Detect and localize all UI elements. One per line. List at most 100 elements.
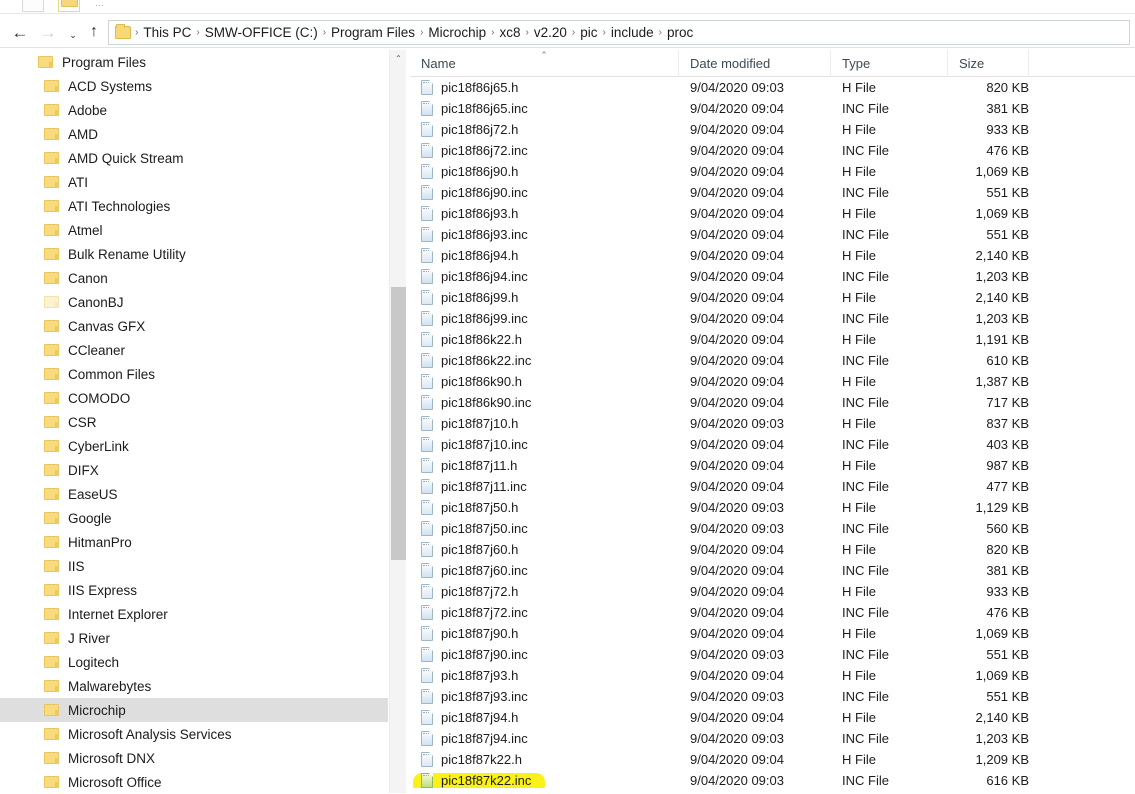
scroll-up-icon[interactable]: ⌃: [390, 50, 407, 67]
chevron-down-icon[interactable]: ⌄: [62, 24, 84, 46]
table-row[interactable]: pic18f87j93.inc9/04/2020 09:03INC File55…: [410, 686, 1135, 707]
file-name-label: pic18f86j93.inc: [441, 227, 528, 242]
table-row[interactable]: pic18f86j90.inc9/04/2020 09:04INC File55…: [410, 182, 1135, 203]
breadcrumb-item[interactable]: This PC: [139, 24, 195, 41]
sidebar-item-internet-explorer[interactable]: Internet Explorer: [0, 602, 388, 626]
breadcrumb-item[interactable]: Program Files: [327, 24, 419, 41]
file-name-label: pic18f87j60.inc: [441, 563, 528, 578]
table-row[interactable]: pic18f87j90.inc9/04/2020 09:03INC File55…: [410, 644, 1135, 665]
sidebar-item-amd[interactable]: AMD: [0, 122, 388, 146]
file-type-cell: H File: [831, 416, 948, 431]
sidebar-item-label: CSR: [68, 415, 97, 430]
sidebar-item-adobe[interactable]: Adobe: [0, 98, 388, 122]
table-row[interactable]: pic18f86k90.inc9/04/2020 09:04INC File71…: [410, 392, 1135, 413]
table-row[interactable]: pic18f87j90.h9/04/2020 09:04H File1,069 …: [410, 623, 1135, 644]
sidebar-item-canvas-gfx[interactable]: Canvas GFX: [0, 314, 388, 338]
table-row[interactable]: pic18f87j10.h9/04/2020 09:03H File837 KB: [410, 413, 1135, 434]
sidebar-item-acd-systems[interactable]: ACD Systems: [0, 74, 388, 98]
sidebar-item-program-files[interactable]: Program Files: [0, 50, 388, 74]
sidebar-item-microsoft-dnx[interactable]: Microsoft DNX: [0, 746, 388, 770]
sidebar-item-cyberlink[interactable]: CyberLink: [0, 434, 388, 458]
sidebar-item-microsoft-office[interactable]: Microsoft Office: [0, 770, 388, 794]
table-row[interactable]: pic18f86j65.inc9/04/2020 09:04INC File38…: [410, 98, 1135, 119]
table-row[interactable]: pic18f86k22.inc9/04/2020 09:04INC File61…: [410, 350, 1135, 371]
table-row[interactable]: pic18f86j99.h9/04/2020 09:04H File2,140 …: [410, 287, 1135, 308]
table-row[interactable]: pic18f86j93.inc9/04/2020 09:04INC File55…: [410, 224, 1135, 245]
sidebar-item-difx[interactable]: DIFX: [0, 458, 388, 482]
navigation-pane-scrollbar[interactable]: ⌃: [389, 50, 406, 794]
breadcrumb-item[interactable]: include: [607, 24, 658, 41]
table-row[interactable]: pic18f87j93.h9/04/2020 09:04H File1,069 …: [410, 665, 1135, 686]
sidebar-item-easeus[interactable]: EaseUS: [0, 482, 388, 506]
sidebar-item-google[interactable]: Google: [0, 506, 388, 530]
sidebar-item-iis[interactable]: IIS: [0, 554, 388, 578]
breadcrumb-item[interactable]: xc8: [496, 24, 525, 41]
table-row[interactable]: pic18f86j93.h9/04/2020 09:04H File1,069 …: [410, 203, 1135, 224]
sidebar-item-canon[interactable]: Canon: [0, 266, 388, 290]
file-name-label: pic18f87j93.inc: [441, 689, 528, 704]
sidebar-item-ati[interactable]: ATI: [0, 170, 388, 194]
column-header-name[interactable]: Name ⌃: [410, 50, 679, 77]
table-row[interactable]: pic18f87j50.h9/04/2020 09:03H File1,129 …: [410, 497, 1135, 518]
sidebar-item-hitmanpro[interactable]: HitmanPro: [0, 530, 388, 554]
sidebar-item-atmel[interactable]: Atmel: [0, 218, 388, 242]
sidebar-item-comodo[interactable]: COMODO: [0, 386, 388, 410]
column-header-size[interactable]: Size: [948, 50, 1029, 77]
sidebar-item-iis-express[interactable]: IIS Express: [0, 578, 388, 602]
file-name-label: pic18f87j94.inc: [441, 731, 528, 746]
table-row[interactable]: pic18f87j50.inc9/04/2020 09:03INC File56…: [410, 518, 1135, 539]
file-type-cell: INC File: [831, 521, 948, 536]
table-row[interactable]: pic18f86k22.h9/04/2020 09:04H File1,191 …: [410, 329, 1135, 350]
table-row[interactable]: pic18f87j10.inc9/04/2020 09:04INC File40…: [410, 434, 1135, 455]
forward-icon[interactable]: →: [37, 21, 59, 43]
table-row[interactable]: pic18f86j65.h9/04/2020 09:03H File820 KB: [410, 77, 1135, 98]
table-row[interactable]: pic18f86j94.inc9/04/2020 09:04INC File1,…: [410, 266, 1135, 287]
sidebar-item-microsoft-analysis-services[interactable]: Microsoft Analysis Services: [0, 722, 388, 746]
table-row[interactable]: pic18f87j11.h9/04/2020 09:04H File987 KB: [410, 455, 1135, 476]
breadcrumb-item[interactable]: proc: [663, 24, 697, 41]
table-row[interactable]: pic18f86j99.inc9/04/2020 09:04INC File1,…: [410, 308, 1135, 329]
table-row[interactable]: pic18f87k22.h9/04/2020 09:04H File1,209 …: [410, 749, 1135, 770]
table-row[interactable]: pic18f87j72.h9/04/2020 09:04H File933 KB: [410, 581, 1135, 602]
breadcrumb-item[interactable]: Microchip: [424, 24, 490, 41]
sidebar-item-microchip[interactable]: Microchip: [0, 698, 388, 722]
table-row[interactable]: pic18f86j90.h9/04/2020 09:04H File1,069 …: [410, 161, 1135, 182]
address-bar[interactable]: ›This PC›SMW-OFFICE (C:)›Program Files›M…: [108, 20, 1130, 45]
ribbon-overflow-icon[interactable]: ⋯: [95, 0, 105, 11]
table-row[interactable]: pic18f87j94.inc9/04/2020 09:03INC File1,…: [410, 728, 1135, 749]
scrollbar-thumb[interactable]: [391, 287, 406, 560]
up-icon[interactable]: ↑: [83, 21, 105, 43]
sidebar-item-canonbj[interactable]: CanonBJ: [0, 290, 388, 314]
sidebar-item-ccleaner[interactable]: CCleaner: [0, 338, 388, 362]
sidebar-item-logitech[interactable]: Logitech: [0, 650, 388, 674]
file-type-cell: INC File: [831, 353, 948, 368]
table-row[interactable]: pic18f86j72.inc9/04/2020 09:04INC File47…: [410, 140, 1135, 161]
table-row[interactable]: pic18f87k22.inc9/04/2020 09:03INC File61…: [410, 770, 1135, 791]
back-icon[interactable]: ←: [9, 21, 31, 43]
sidebar-item-common-files[interactable]: Common Files: [0, 362, 388, 386]
sidebar-item-ati-technologies[interactable]: ATI Technologies: [0, 194, 388, 218]
sidebar-item-csr[interactable]: CSR: [0, 410, 388, 434]
table-row[interactable]: pic18f87j60.h9/04/2020 09:04H File820 KB: [410, 539, 1135, 560]
table-row[interactable]: pic18f86j72.h9/04/2020 09:04H File933 KB: [410, 119, 1135, 140]
breadcrumb-item[interactable]: v2.20: [530, 24, 571, 41]
sidebar-item-amd-quick-stream[interactable]: AMD Quick Stream: [0, 146, 388, 170]
table-row[interactable]: pic18f87j72.inc9/04/2020 09:04INC File47…: [410, 602, 1135, 623]
sidebar-item-j-river[interactable]: J River: [0, 626, 388, 650]
table-row[interactable]: pic18f86k90.h9/04/2020 09:04H File1,387 …: [410, 371, 1135, 392]
table-row[interactable]: pic18f87j11.inc9/04/2020 09:04INC File47…: [410, 476, 1135, 497]
table-row[interactable]: pic18f86j94.h9/04/2020 09:04H File2,140 …: [410, 245, 1135, 266]
column-header-type[interactable]: Type: [831, 50, 948, 77]
column-header-date-modified[interactable]: Date modified: [679, 50, 831, 77]
breadcrumb-item[interactable]: SMW-OFFICE (C:): [201, 24, 322, 41]
file-name-cell: pic18f86j94.h: [410, 248, 679, 263]
breadcrumb-item[interactable]: pic: [576, 24, 601, 41]
ribbon-button-1[interactable]: [22, 0, 44, 12]
sidebar-item-malwarebytes[interactable]: Malwarebytes: [0, 674, 388, 698]
folder-icon: [44, 80, 59, 92]
table-row[interactable]: pic18f87j94.h9/04/2020 09:04H File2,140 …: [410, 707, 1135, 728]
file-icon: [421, 101, 433, 116]
sidebar-item-bulk-rename-utility[interactable]: Bulk Rename Utility: [0, 242, 388, 266]
file-name-cell: pic18f87j50.h: [410, 500, 679, 515]
table-row[interactable]: pic18f87j60.inc9/04/2020 09:04INC File38…: [410, 560, 1135, 581]
